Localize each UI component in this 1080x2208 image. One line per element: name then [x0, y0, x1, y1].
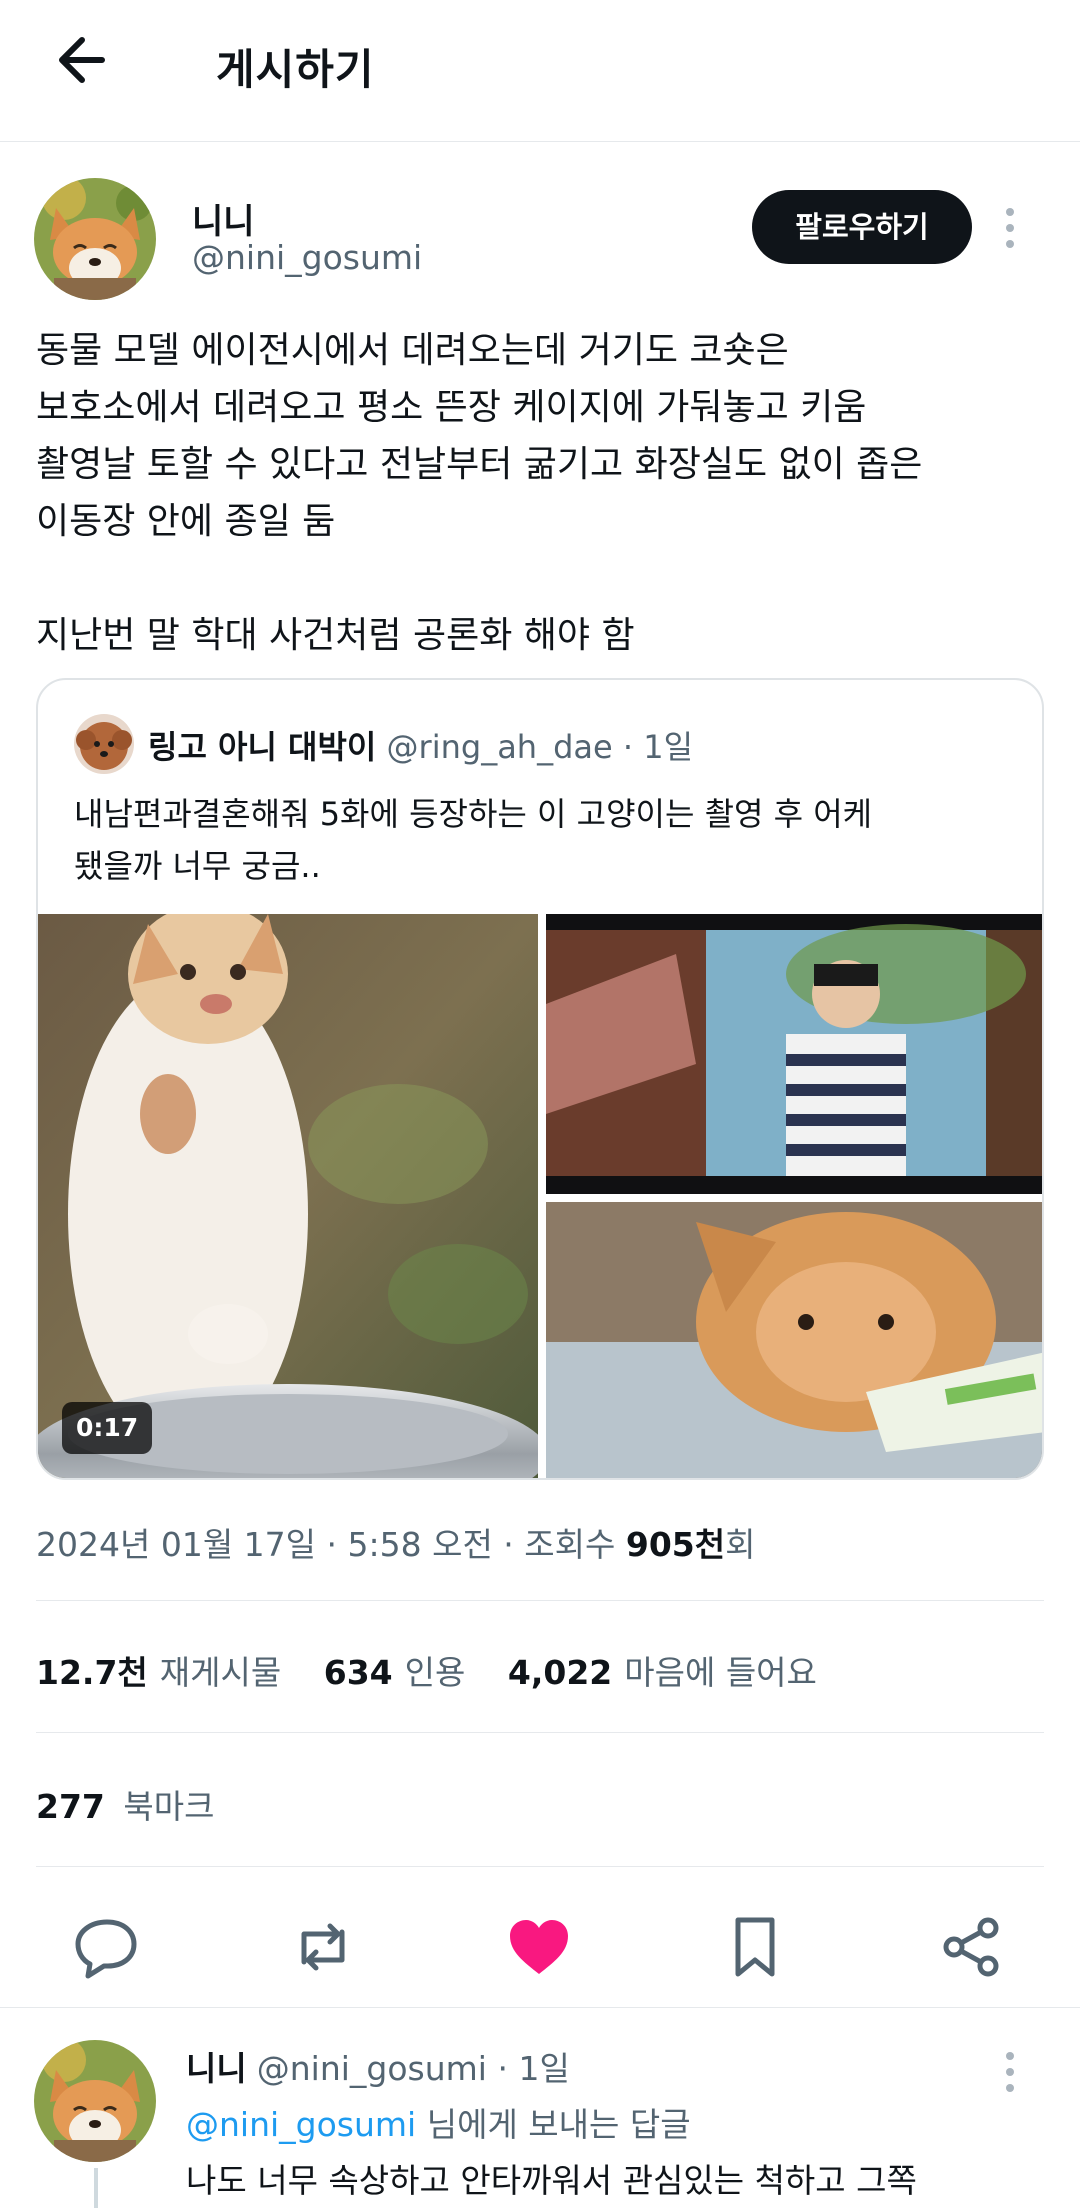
tweet-line: 지난번 말 학대 사건처럼 공론화 해야 함	[36, 615, 635, 656]
share-button[interactable]	[936, 1912, 1006, 1982]
author-name[interactable]: 니니	[192, 194, 255, 243]
tweet-line: 동물 모델 에이전시에서 데려오는데 거기도 코숏은	[36, 330, 789, 371]
share-icon	[943, 1917, 999, 1977]
quoted-tweet-card[interactable]: 링고 아니 대박이 @ring_ah_dae · 1일 내남편과결혼해줘 5화에…	[36, 678, 1044, 1480]
reply-header: 니니 @nini_gosumi · 1일	[186, 2042, 570, 2090]
like-label: 마음에 들어요	[624, 1653, 817, 1692]
reply-time: · 1일	[497, 2049, 570, 2088]
likes-stat[interactable]: 4,022 마음에 들어요	[508, 1653, 817, 1692]
fox-avatar-image	[34, 178, 156, 300]
more-vertical-icon	[1006, 2052, 1014, 2092]
follow-button[interactable]: 팔로우하기	[752, 190, 972, 264]
quote-text: 내남편과결혼해줘 5화에 등장하는 이 고양이는 촬영 후 어케 됐을까 너무 …	[74, 788, 1024, 892]
retweet-label: 재게시물	[159, 1653, 282, 1692]
reply-to-suffix: 님에게 보내는 답글	[416, 2105, 691, 2144]
kitten-eating-image	[546, 1202, 1042, 1478]
dog-avatar-image	[74, 714, 134, 774]
top-app-bar: 게시하기	[0, 0, 1080, 142]
retweet-icon	[301, 1923, 345, 1971]
tweet-line: 이동장 안에 종일 둠	[36, 501, 336, 542]
reply-mention-link[interactable]: @nini_gosumi	[186, 2105, 416, 2144]
more-options-button[interactable]	[1000, 206, 1020, 250]
reply-author-name[interactable]: 니니	[186, 2049, 247, 2088]
divider	[36, 1866, 1044, 1867]
retweet-count: 12.7천	[36, 1653, 148, 1692]
bookmark-icon	[735, 1917, 775, 1977]
fox-avatar-image	[34, 2040, 156, 2162]
reply-button[interactable]	[72, 1912, 142, 1982]
quote-header: 링고 아니 대박이 @ring_ah_dae · 1일	[148, 722, 693, 768]
engagement-stats: 12.7천 재게시물 634 인용 4,022 마음에 들어요	[36, 1646, 849, 1694]
man-under-tree-image	[546, 914, 1042, 1194]
video-thumbnail-kitten-standing[interactable]: 0:17	[38, 914, 538, 1478]
like-button[interactable]	[504, 1912, 574, 1982]
reply-text: 나도 너무 속상하고 안타까워서 관심있는 척하고 그쪽	[186, 2161, 917, 2200]
page-title: 게시하기	[216, 45, 375, 94]
author-avatar[interactable]	[34, 178, 156, 300]
quote-text-line: 됐을까 너무 궁금..	[74, 847, 321, 885]
kitten-bowl-image	[38, 914, 538, 1478]
bookmark-count: 277	[36, 1787, 105, 1826]
quote-text-line: 내남편과결혼해줘 5화에 등장하는 이 고양이는 촬영 후 어케	[74, 795, 873, 833]
divider	[36, 1732, 1044, 1733]
divider	[36, 1600, 1044, 1601]
quote-label: 인용	[404, 1653, 466, 1692]
retweet-button[interactable]	[288, 1912, 358, 1982]
back-button[interactable]	[50, 30, 120, 90]
view-suffix: 회	[725, 1525, 756, 1564]
bookmark-label: 북마크	[123, 1787, 215, 1826]
tweet-timestamp-views: 2024년 01월 17일 · 5:58 오전 · 조회수 905천회	[36, 1518, 755, 1566]
video-duration-badge: 0:17	[62, 1402, 153, 1454]
bookmarks-stat[interactable]: 277 북마크	[36, 1780, 214, 1828]
reply-author-avatar[interactable]	[34, 2040, 156, 2162]
replying-to: @nini_gosumi 님에게 보내는 답글	[186, 2098, 691, 2146]
action-bar	[0, 1888, 1080, 2008]
reply-icon	[75, 1919, 137, 1979]
tweet-line: 보호소에서 데려오고 평소 뜬장 케이지에 가둬놓고 키움	[36, 387, 867, 428]
tweet-line: 촬영날 토할 수 있다고 전날부터 굶기고 화장실도 없이 좁은	[36, 444, 923, 485]
quote-time: · 1일	[622, 728, 694, 766]
reply-author-handle[interactable]: @nini_gosumi	[257, 2049, 487, 2088]
like-count: 4,022	[507, 1653, 613, 1692]
quote-count: 634	[323, 1653, 393, 1692]
media-image-man[interactable]	[546, 914, 1042, 1194]
reply-more-options-button[interactable]	[1000, 2050, 1020, 2094]
bookmark-button[interactable]	[720, 1912, 790, 1982]
quote-author-name: 링고 아니 대박이	[148, 728, 377, 766]
view-count: 905천	[625, 1525, 726, 1564]
tweet-text: 동물 모델 에이전시에서 데려오는데 거기도 코숏은 보호소에서 데려오고 평소…	[36, 322, 1046, 664]
media-image-kitten-eating[interactable]	[546, 1202, 1042, 1478]
heart-icon	[510, 1920, 568, 1974]
more-vertical-icon	[1006, 208, 1014, 248]
quote-author-handle: @ring_ah_dae	[386, 728, 613, 766]
quote-author-avatar[interactable]	[74, 714, 134, 774]
arrow-left-icon	[59, 37, 105, 83]
quotes-stat[interactable]: 634 인용	[324, 1653, 466, 1692]
author-handle[interactable]: @nini_gosumi	[192, 238, 422, 277]
thread-line	[94, 2168, 98, 2208]
tweet-date: 2024년 01월 17일 · 5:58 오전 · 조회수	[36, 1525, 626, 1564]
retweets-stat[interactable]: 12.7천 재게시물	[36, 1653, 281, 1692]
